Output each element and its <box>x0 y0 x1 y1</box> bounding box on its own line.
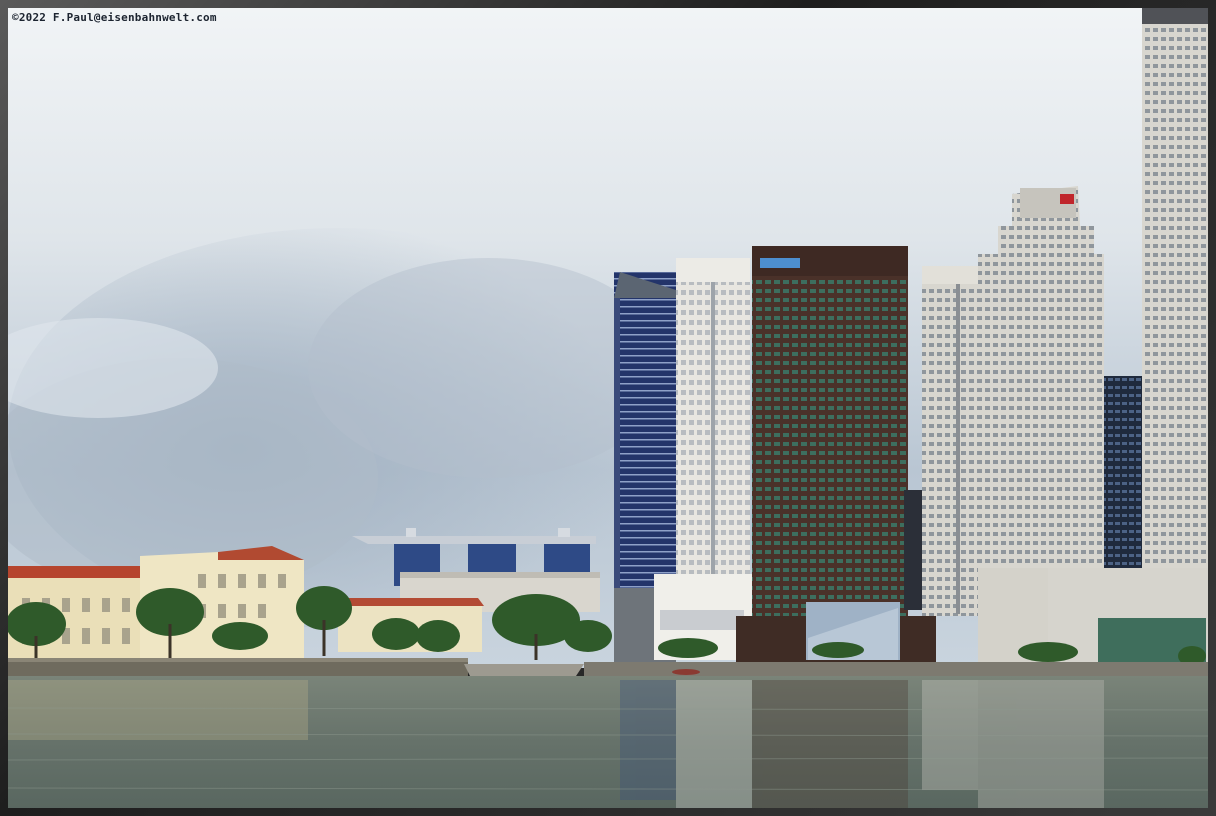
grey-striped-tower <box>922 266 980 616</box>
skyline-photo <box>8 8 1208 808</box>
copyright-watermark: ©2022 F.Paul@eisenbahnwelt.com <box>12 11 217 24</box>
small-boat <box>672 669 700 675</box>
skyline-illustration <box>8 8 1208 808</box>
dark-cylinder-tower <box>1104 376 1148 576</box>
